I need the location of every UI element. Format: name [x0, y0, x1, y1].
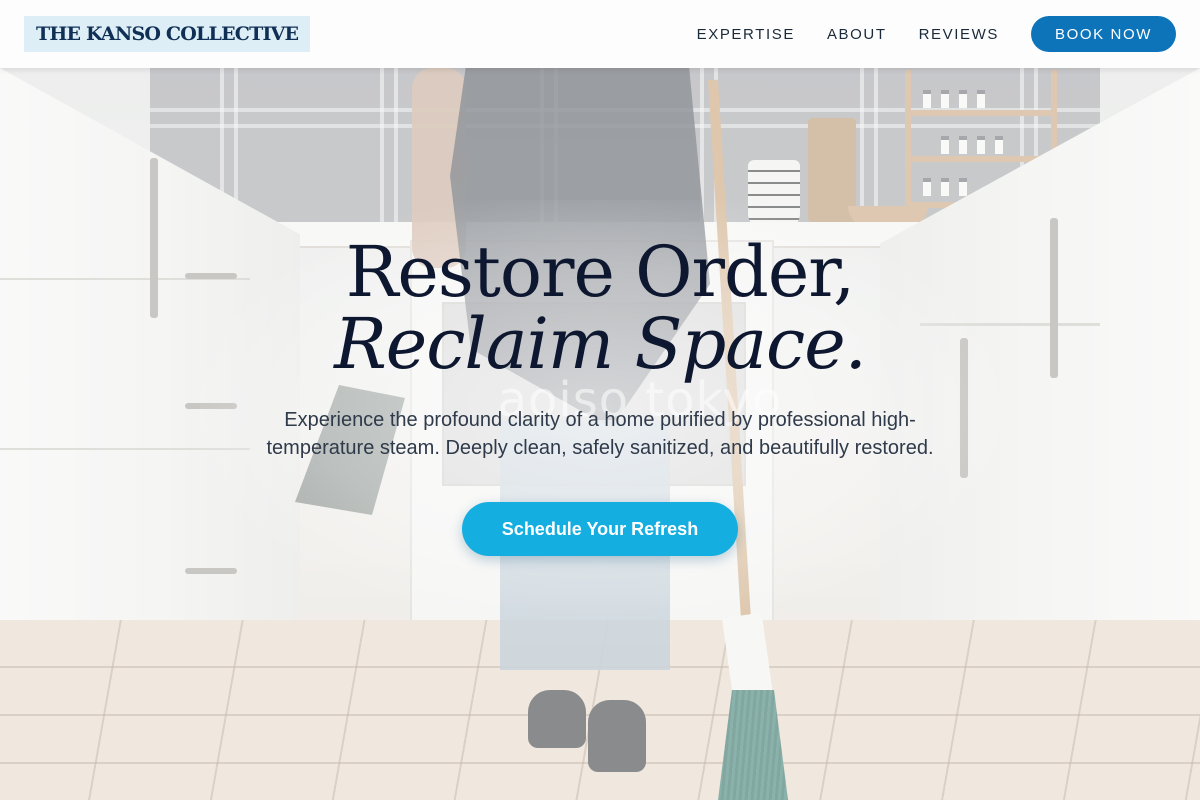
site-logo[interactable]: THE KANSO COLLECTIVE	[24, 16, 311, 52]
hero-content: Restore Order, Reclaim Space. Experience…	[200, 236, 1000, 556]
nav-link-reviews[interactable]: REVIEWS	[919, 26, 999, 43]
book-now-button[interactable]: BOOK NOW	[1031, 16, 1176, 52]
site-header: THE KANSO COLLECTIVE EXPERTISE ABOUT REV…	[0, 0, 1200, 68]
main-nav: EXPERTISE ABOUT REVIEWS BOOK NOW	[665, 0, 1176, 68]
hero-headline: Restore Order, Reclaim Space.	[200, 236, 1000, 380]
schedule-refresh-button[interactable]: Schedule Your Refresh	[461, 502, 739, 556]
nav-link-expertise[interactable]: EXPERTISE	[697, 26, 795, 43]
headline-line-1: Restore Order,	[345, 231, 856, 313]
headline-line-2: Reclaim Space.	[334, 303, 867, 385]
nav-link-about[interactable]: ABOUT	[827, 26, 887, 43]
hero-subtext: Experience the profound clarity of a hom…	[266, 409, 934, 459]
hero-section: aoiso tokyo Restore Order, Reclaim Space…	[0, 0, 1200, 800]
